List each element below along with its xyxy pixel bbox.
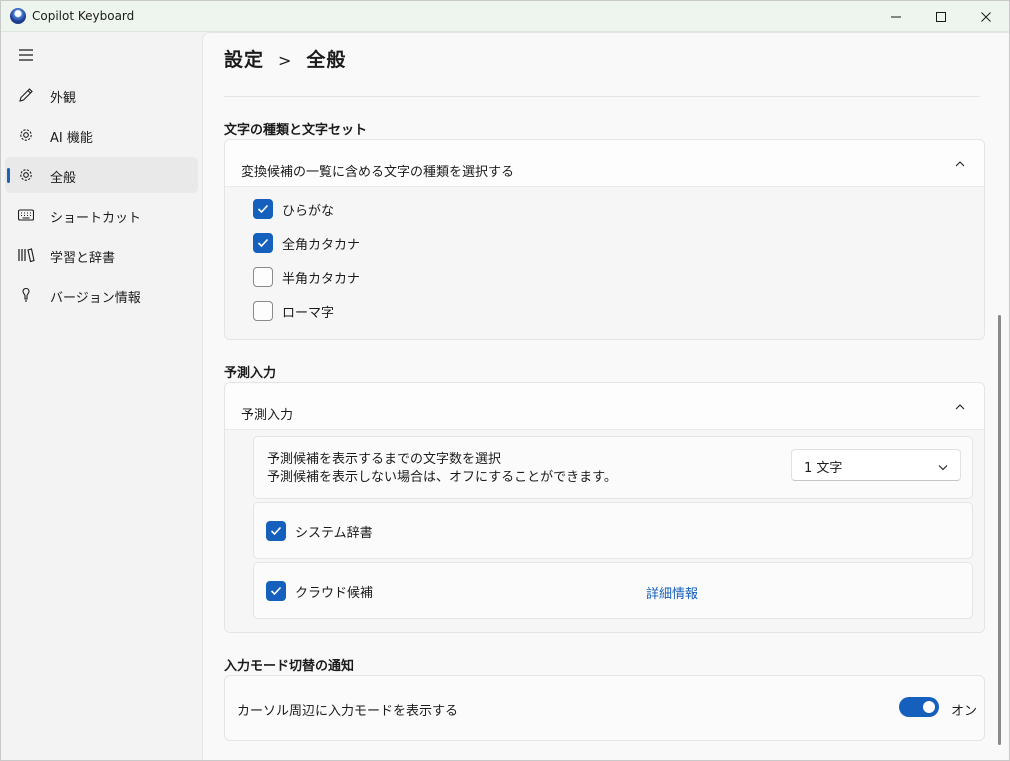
checkbox-label: 全角カタカナ: [282, 237, 361, 253]
checkmark-icon: [257, 238, 269, 248]
checkbox-cloud-candidates[interactable]: クラウド候補: [266, 581, 373, 601]
content-scrollbar[interactable]: [998, 315, 1001, 745]
more-info-link[interactable]: 詳細情報: [646, 583, 698, 602]
prediction-expander-header[interactable]: 予測入力: [225, 383, 984, 430]
checkmark-icon: [270, 526, 282, 536]
cloud-candidates-row: クラウド候補 詳細情報: [253, 562, 973, 619]
checkbox-label: 半角カタカナ: [282, 271, 361, 287]
chevron-up-icon: [952, 156, 968, 172]
prediction-threshold-row: 予測候補を表示するまでの文字数を選択 予測候補を表示しない場合は、オフにすること…: [253, 436, 973, 499]
gear-icon: [17, 167, 35, 183]
breadcrumb-parent[interactable]: 設定: [224, 49, 264, 71]
sidebar-item-learning-dictionary[interactable]: 学習と辞書: [5, 237, 198, 273]
sidebar-item-general[interactable]: 全般: [5, 157, 198, 193]
checkbox-halfwidth-katakana[interactable]: 半角カタカナ: [253, 267, 360, 287]
title-bar[interactable]: Copilot Keyboard: [1, 1, 1009, 32]
char-types-expander-header[interactable]: 変換候補の一覧に含める文字の種類を選択する: [225, 140, 984, 187]
pen-icon: [17, 87, 35, 103]
sidebar-item-ai-features[interactable]: AI 機能: [5, 117, 198, 153]
checkbox-system-dictionary[interactable]: システム辞書: [266, 521, 373, 541]
section-title-prediction: 予測入力: [224, 366, 277, 381]
page-title: 全般: [306, 49, 347, 71]
checkmark-icon: [257, 204, 269, 214]
sidebar-item-shortcuts[interactable]: ショートカット: [5, 197, 198, 233]
threshold-dropdown[interactable]: 1 文字: [791, 449, 961, 481]
checkbox-label: クラウド候補: [295, 585, 374, 601]
checkbox-box: [253, 267, 273, 287]
sidebar-item-appearance[interactable]: 外観: [5, 77, 198, 113]
checkmark-icon: [270, 586, 282, 596]
char-types-expander: 変換候補の一覧に含める文字の種類を選択する ひらがな 全角カタカナ 半角カタカナ…: [224, 139, 985, 340]
checkbox-box: [266, 521, 286, 541]
checkbox-box: [253, 199, 273, 219]
prediction-expander: 予測入力 予測候補を表示するまでの文字数を選択 予測候補を表示しない場合は、オフ…: [224, 382, 985, 633]
checkbox-box: [253, 233, 273, 253]
window-title: Copilot Keyboard: [32, 9, 135, 23]
system-dictionary-row: システム辞書: [253, 502, 973, 559]
sidebar-item-version-info[interactable]: バージョン情報: [5, 277, 198, 313]
expander-label: 予測入力: [241, 408, 294, 423]
checkbox-fullwidth-katakana[interactable]: 全角カタカナ: [253, 233, 360, 253]
char-types-options: ひらがな 全角カタカナ 半角カタカナ ローマ字: [225, 187, 984, 339]
copilot-keyboard-app-icon: [10, 8, 26, 24]
threshold-hint: 予測候補を表示しない場合は、オフにすることができます。: [267, 470, 617, 485]
chevron-down-icon: [938, 460, 948, 475]
checkbox-label: ひらがな: [282, 203, 335, 219]
chevron-up-icon: [952, 399, 968, 415]
section-title-mode-notification: 入力モード切替の通知: [224, 659, 355, 674]
keyboard-icon: [17, 207, 35, 223]
threshold-description: 予測候補を表示するまでの文字数を選択 予測候補を表示しない場合は、オフにすること…: [267, 451, 617, 487]
threshold-title: 予測候補を表示するまでの文字数を選択: [267, 452, 502, 467]
sidebar-item-label: ショートカット: [50, 211, 142, 226]
toggle-knob: [923, 701, 935, 713]
checkbox-box: [266, 581, 286, 601]
minimize-button[interactable]: [873, 1, 919, 32]
library-icon: [17, 247, 35, 263]
maximize-button[interactable]: [918, 1, 964, 32]
menu-button[interactable]: [11, 42, 41, 68]
checkbox-romaji[interactable]: ローマ字: [253, 301, 334, 321]
checkbox-box: [253, 301, 273, 321]
sidebar-item-label: 全般: [50, 171, 77, 186]
dropdown-value: 1 文字: [804, 461, 843, 476]
checkbox-label: システム辞書: [295, 525, 373, 541]
navigation-sidebar: 外観 AI 機能 全般 ショートカット 学習と辞書 バージョン情報: [1, 32, 202, 760]
active-indicator: [7, 168, 10, 183]
section-title-char-types: 文字の種類と文字セット: [224, 123, 368, 138]
sidebar-item-label: 学習と辞書: [50, 251, 116, 266]
settings-content: 設定 > 全般 文字の種類と文字セット 変換候補の一覧に含める文字の種類を選択する …: [202, 32, 1009, 760]
mode-notification-card: カーソル周辺に入力モードを表示する オン: [224, 675, 985, 741]
expander-label: 変換候補の一覧に含める文字の種類を選択する: [241, 165, 515, 180]
sidebar-item-label: バージョン情報: [50, 291, 141, 306]
app-window: Copilot Keyboard 外観 AI 機能 全般 ショートカット 学習と…: [0, 0, 1010, 761]
breadcrumb-separator: >: [278, 51, 293, 70]
sidebar-item-label: AI 機能: [50, 131, 93, 146]
hamburger-menu-icon: [19, 49, 33, 61]
info-icon: [17, 287, 35, 303]
mode-notification-label: カーソル周辺に入力モードを表示する: [237, 704, 459, 719]
minimize-icon: [891, 16, 901, 17]
maximize-icon: [936, 11, 946, 22]
toggle-state-text: オン: [951, 704, 978, 719]
checkbox-hiragana[interactable]: ひらがな: [253, 199, 334, 219]
sidebar-item-label: 外観: [50, 91, 77, 106]
mode-notification-toggle[interactable]: [899, 697, 939, 717]
checkbox-label: ローマ字: [282, 305, 335, 321]
close-icon: [981, 11, 991, 22]
close-button[interactable]: [963, 1, 1009, 32]
header-divider: [224, 96, 980, 97]
gear-icon: [17, 127, 35, 143]
breadcrumb: 設定 > 全般: [224, 45, 346, 72]
prediction-options: 予測候補を表示するまでの文字数を選択 予測候補を表示しない場合は、オフにすること…: [225, 430, 984, 632]
